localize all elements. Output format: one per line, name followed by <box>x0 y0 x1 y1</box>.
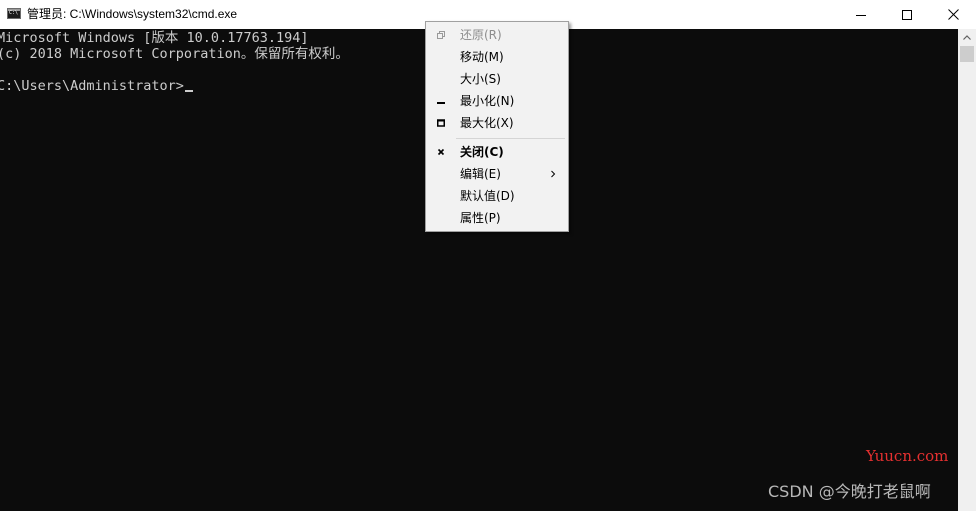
cmd-console-icon[interactable] <box>7 8 21 19</box>
window-title: 管理员: C:\Windows\system32\cmd.exe <box>27 7 238 21</box>
menu-item-label: 最大化(X) <box>460 116 514 130</box>
minimize-icon <box>435 95 447 107</box>
site-watermark: Yuucn.com <box>866 447 949 465</box>
chevron-right-icon <box>549 168 557 180</box>
maximize-icon <box>902 9 912 20</box>
chevron-up-icon <box>963 35 971 40</box>
close-button[interactable] <box>930 0 976 29</box>
console-line-copyright: (c) 2018 Microsoft Corporation。保留所有权利。 <box>0 46 349 62</box>
menu-item-label: 属性(P) <box>460 211 501 225</box>
vertical-scrollbar[interactable] <box>958 29 976 511</box>
menu-item-label: 默认值(D) <box>460 189 515 203</box>
author-watermark: CSDN @今晚打老鼠啊 <box>768 482 931 501</box>
restore-icon <box>435 29 447 41</box>
menu-item-size[interactable]: 大小(S) <box>428 68 566 90</box>
scroll-thumb[interactable] <box>960 46 974 62</box>
menu-item-properties[interactable]: 属性(P) <box>428 207 566 229</box>
system-context-menu: 还原(R) 移动(M) 大小(S) 最小化(N) 最大化(X) 关闭(C) 编辑… <box>425 21 569 232</box>
menu-item-label: 最小化(N) <box>460 94 515 108</box>
menu-item-label: 关闭(C) <box>460 145 504 159</box>
menu-item-label: 大小(S) <box>460 72 501 86</box>
menu-item-minimize[interactable]: 最小化(N) <box>428 90 566 112</box>
menu-item-maximize[interactable]: 最大化(X) <box>428 112 566 134</box>
menu-item-label: 移动(M) <box>460 50 504 64</box>
maximize-button[interactable] <box>884 0 930 29</box>
scroll-up-button[interactable] <box>958 29 976 46</box>
minimize-icon <box>856 14 866 16</box>
cmd-window: 管理员: C:\Windows\system32\cmd.exe Microso… <box>0 0 976 511</box>
close-icon <box>947 9 959 20</box>
menu-item-label: 还原(R) <box>460 28 502 42</box>
menu-item-restore[interactable]: 还原(R) <box>428 24 566 46</box>
menu-item-move[interactable]: 移动(M) <box>428 46 566 68</box>
maximize-icon <box>435 117 447 129</box>
menu-separator <box>456 138 565 139</box>
console-line-version: Microsoft Windows [版本 10.0.17763.194] <box>0 30 309 46</box>
menu-item-edit[interactable]: 编辑(E) <box>428 163 566 185</box>
console-prompt[interactable]: C:\Users\Administrator> <box>0 78 193 94</box>
menu-item-close[interactable]: 关闭(C) <box>428 141 566 163</box>
minimize-button[interactable] <box>838 0 884 29</box>
text-cursor <box>184 90 193 92</box>
menu-item-defaults[interactable]: 默认值(D) <box>428 185 566 207</box>
menu-item-label: 编辑(E) <box>460 167 501 181</box>
prompt-text: C:\Users\Administrator> <box>0 78 184 94</box>
close-icon <box>435 146 447 158</box>
